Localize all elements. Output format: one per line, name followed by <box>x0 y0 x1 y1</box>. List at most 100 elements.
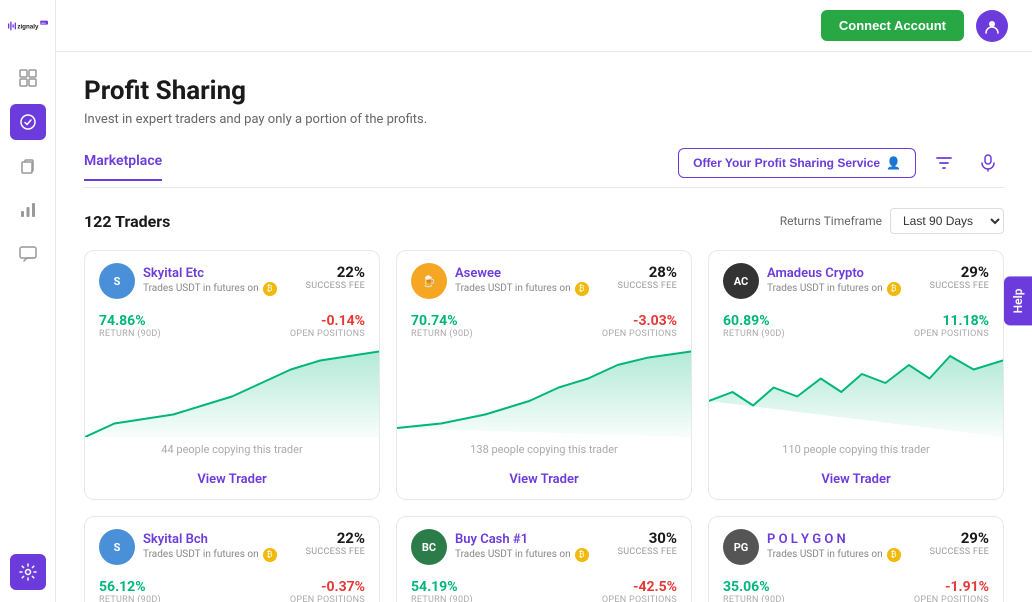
exchange-icon: ₿ <box>263 548 277 562</box>
return-label: RETURN (90D) <box>723 595 785 602</box>
traders-grid: S Skyital Etc Trades USDT in futures on … <box>84 250 1004 602</box>
fee-value: 22% <box>306 263 365 281</box>
open-pos-stat: -0.14% OPEN POSITIONS <box>290 313 365 339</box>
open-pos-value: -42.5% <box>602 579 677 595</box>
tab-marketplace[interactable]: Marketplace <box>84 153 162 181</box>
fee-block: 29% SUCCESS FEE <box>930 529 989 557</box>
view-trader-link[interactable]: View Trader <box>821 472 890 487</box>
return-label: RETURN (90D) <box>99 329 161 339</box>
return-stat: 56.12% RETURN (90D) <box>99 579 161 602</box>
card-header: 🍺 Asewee Trades USDT in futures on ₿ 28%… <box>397 251 691 307</box>
exchange-icon: ₿ <box>887 282 901 296</box>
trader-info: PG P O L Y G O N Trades USDT in futures … <box>723 529 901 565</box>
fee-block: 28% SUCCESS FEE <box>618 263 677 291</box>
trader-card: 🍺 Asewee Trades USDT in futures on ₿ 28%… <box>396 250 692 500</box>
return-value: 60.89% <box>723 313 785 329</box>
card-header: S Skyital Etc Trades USDT in futures on … <box>85 251 379 307</box>
return-stat: 70.74% RETURN (90D) <box>411 313 473 339</box>
mic-icon[interactable] <box>972 147 1004 179</box>
trader-card: S Skyital Bch Trades USDT in futures on … <box>84 516 380 602</box>
view-trader-button[interactable]: View Trader <box>397 460 691 499</box>
trader-card: S Skyital Etc Trades USDT in futures on … <box>84 250 380 500</box>
trader-name-block: Asewee Trades USDT in futures on ₿ <box>455 266 589 296</box>
sidebar-item-settings[interactable] <box>10 554 46 590</box>
trader-name-block: Skyital Etc Trades USDT in futures on ₿ <box>143 266 277 296</box>
open-pos-label: OPEN POSITIONS <box>602 329 677 339</box>
sidebar-item-analytics[interactable] <box>10 192 46 228</box>
fee-block: 22% SUCCESS FEE <box>306 529 365 557</box>
offer-service-button[interactable]: Offer Your Profit Sharing Service 👤 <box>678 148 916 178</box>
card-header: PG P O L Y G O N Trades USDT in futures … <box>709 517 1003 573</box>
trader-avatar: S <box>99 529 135 565</box>
sidebar-item-copy[interactable] <box>10 148 46 184</box>
fee-value: 30% <box>618 529 677 547</box>
trader-info: S Skyital Etc Trades USDT in futures on … <box>99 263 277 299</box>
view-trader-button[interactable]: View Trader <box>85 460 379 499</box>
trader-info: BC Buy Cash #1 Trades USDT in futures on… <box>411 529 589 565</box>
main-content: Connect Account Profit Sharing Invest in… <box>56 0 1032 602</box>
card-chart <box>709 347 1003 437</box>
trader-card: AC Amadeus Crypto Trades USDT in futures… <box>708 250 1004 500</box>
fee-block: 30% SUCCESS FEE <box>618 529 677 557</box>
trader-name-block: Buy Cash #1 Trades USDT in futures on ₿ <box>455 532 589 562</box>
fee-label: SUCCESS FEE <box>618 547 677 557</box>
copy-count: 44 people copying this trader <box>85 437 379 460</box>
open-pos-stat: -42.5% OPEN POSITIONS <box>602 579 677 602</box>
open-pos-stat: -3.03% OPEN POSITIONS <box>602 313 677 339</box>
trader-desc: Trades USDT in futures on ₿ <box>767 548 901 562</box>
card-stats: 56.12% RETURN (90D) -0.37% OPEN POSITION… <box>85 573 379 602</box>
return-stat: 74.86% RETURN (90D) <box>99 313 161 339</box>
exchange-icon: ₿ <box>575 548 589 562</box>
copy-count: 110 people copying this trader <box>709 437 1003 460</box>
return-label: RETURN (90D) <box>723 329 785 339</box>
connect-account-button[interactable]: Connect Account <box>821 10 964 41</box>
topnav: Connect Account <box>56 0 1032 52</box>
filter-icon[interactable] <box>928 147 960 179</box>
view-trader-link[interactable]: View Trader <box>509 472 578 487</box>
sidebar-item-chat[interactable] <box>10 236 46 272</box>
return-stat: 54.19% RETURN (90D) <box>411 579 473 602</box>
fee-value: 29% <box>930 263 989 281</box>
trader-desc: Trades USDT in futures on ₿ <box>455 282 589 296</box>
trader-name: Buy Cash #1 <box>455 532 589 548</box>
view-trader-link[interactable]: View Trader <box>197 472 266 487</box>
timeframe-label: Returns Timeframe <box>780 214 882 228</box>
return-label: RETURN (90D) <box>99 595 161 602</box>
trader-name: Asewee <box>455 266 589 282</box>
return-label: RETURN (90D) <box>411 595 473 602</box>
return-value: 56.12% <box>99 579 161 595</box>
open-pos-stat: -1.91% OPEN POSITIONS <box>914 579 989 602</box>
return-stat: 60.89% RETURN (90D) <box>723 313 785 339</box>
traders-count: 122 Traders <box>84 212 170 231</box>
fee-block: 22% SUCCESS FEE <box>306 263 365 291</box>
fee-value: 28% <box>618 263 677 281</box>
open-pos-label: OPEN POSITIONS <box>914 329 989 339</box>
sidebar-item-dashboard[interactable] <box>10 60 46 96</box>
copy-count: 138 people copying this trader <box>397 437 691 460</box>
timeframe-control: Returns Timeframe Last 90 Days Last 30 D… <box>780 208 1004 234</box>
open-pos-value: 11.18% <box>914 313 989 329</box>
trader-info: 🍺 Asewee Trades USDT in futures on ₿ <box>411 263 589 299</box>
trader-card: PG P O L Y G O N Trades USDT in futures … <box>708 516 1004 602</box>
return-value: 70.74% <box>411 313 473 329</box>
open-pos-label: OPEN POSITIONS <box>290 595 365 602</box>
user-menu[interactable] <box>976 10 1008 42</box>
page-title: Profit Sharing <box>84 76 1004 106</box>
page-subtitle: Invest in expert traders and pay only a … <box>84 112 1004 127</box>
open-pos-label: OPEN POSITIONS <box>602 595 677 602</box>
trader-avatar: 🍺 <box>411 263 447 299</box>
open-pos-label: OPEN POSITIONS <box>290 329 365 339</box>
sidebar-item-profit[interactable] <box>10 104 46 140</box>
fee-block: 29% SUCCESS FEE <box>930 263 989 291</box>
card-stats: 70.74% RETURN (90D) -3.03% OPEN POSITION… <box>397 307 691 347</box>
card-stats: 74.86% RETURN (90D) -0.14% OPEN POSITION… <box>85 307 379 347</box>
tab-bar: Marketplace Offer Your Profit Sharing Se… <box>84 147 1004 188</box>
timeframe-select[interactable]: Last 90 Days Last 30 Days Last 6 Months … <box>890 208 1004 234</box>
trader-desc: Trades USDT in futures on ₿ <box>455 548 589 562</box>
trader-name-block: P O L Y G O N Trades USDT in futures on … <box>767 532 901 562</box>
view-trader-button[interactable]: View Trader <box>709 460 1003 499</box>
open-pos-value: -3.03% <box>602 313 677 329</box>
fee-label: SUCCESS FEE <box>930 547 989 557</box>
fee-value: 22% <box>306 529 365 547</box>
help-button[interactable]: Help <box>1004 277 1032 326</box>
